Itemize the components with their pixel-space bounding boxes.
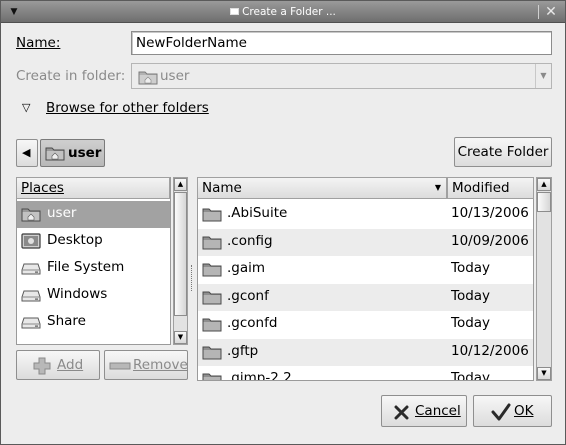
folder-icon <box>202 234 222 250</box>
scroll-up-icon[interactable]: ▲ <box>174 178 187 191</box>
cancel-icon <box>394 405 409 420</box>
file-list-scrollbar[interactable]: ▲ ▼ <box>536 177 552 381</box>
sort-descending-icon: ▼ <box>434 183 441 192</box>
create-in-folder-value: user <box>160 68 190 84</box>
create-folder-button[interactable]: Create Folder <box>454 137 552 167</box>
remove-place-button[interactable]: Remove <box>104 350 188 380</box>
places-scrollbar[interactable]: ▲ ▼ <box>173 177 188 345</box>
place-item-user[interactable]: user <box>17 201 170 228</box>
home-folder-icon <box>45 145 65 161</box>
checkmark-icon <box>491 403 511 421</box>
desktop-icon <box>21 233 41 249</box>
browse-for-other-folders-toggle[interactable]: Browse for other folders <box>46 100 209 116</box>
name-label-text: Name: <box>16 35 61 51</box>
places-column-header[interactable]: Places <box>16 177 170 199</box>
file-row[interactable]: .gconf Today <box>198 283 533 311</box>
name-column-header[interactable]: Name ▼ <box>197 177 447 199</box>
cancel-button[interactable]: Cancel <box>381 395 467 427</box>
name-label: Name: <box>16 35 60 51</box>
create-in-folder-label: Create in folder: <box>16 68 126 84</box>
file-list-scrollbar-thumb[interactable] <box>537 192 551 212</box>
minus-icon <box>109 362 131 370</box>
pane-resize-handle[interactable] <box>191 265 193 291</box>
home-folder-icon <box>21 206 41 222</box>
window-icon <box>230 8 240 15</box>
folder-icon <box>202 206 222 222</box>
file-row[interactable]: .gaim Today <box>198 256 533 284</box>
plus-icon <box>33 357 51 375</box>
window-title: Create a Folder ... <box>1 1 565 23</box>
scroll-down-icon[interactable]: ▼ <box>174 331 187 344</box>
title-bar: ▼ Create a Folder ... ✕ <box>1 1 565 23</box>
folder-icon <box>202 261 222 277</box>
name-input[interactable] <box>131 31 552 55</box>
drive-icon <box>21 314 41 330</box>
scroll-down-icon[interactable]: ▼ <box>537 367 551 380</box>
file-row[interactable]: .AbiSuite 10/13/2006 <box>198 201 533 229</box>
place-item-desktop[interactable]: Desktop <box>17 228 170 255</box>
chevron-down-icon[interactable]: ▼ <box>535 64 551 88</box>
place-item-share[interactable]: Share <box>17 309 170 336</box>
folder-icon <box>202 289 222 305</box>
folder-icon <box>202 344 222 360</box>
scroll-up-icon[interactable]: ▲ <box>537 178 551 191</box>
home-folder-icon <box>138 69 158 85</box>
close-icon[interactable]: ✕ <box>543 4 559 20</box>
left-arrow-icon: ◀ <box>22 146 31 159</box>
file-row[interactable]: .config 10/09/2006 <box>198 228 533 256</box>
titlebar-separator <box>538 5 539 19</box>
file-row[interactable]: .gimp-2.2 Today <box>198 366 533 380</box>
create-in-folder-combo[interactable]: user ▼ <box>131 63 552 89</box>
places-scrollbar-thumb[interactable] <box>174 192 187 316</box>
file-row[interactable]: .gconfd Today <box>198 311 533 339</box>
folder-icon <box>202 371 222 380</box>
expander-arrow-icon[interactable]: ▽ <box>22 101 30 114</box>
place-item-windows[interactable]: Windows <box>17 282 170 309</box>
path-back-button[interactable]: ◀ <box>16 139 38 167</box>
drive-icon <box>21 287 41 303</box>
add-place-button[interactable]: Add <box>16 350 100 380</box>
file-row[interactable]: .gftp 10/12/2006 <box>198 338 533 366</box>
create-folder-dialog: ▼ Create a Folder ... ✕ Name: Create in … <box>0 0 566 445</box>
path-button-user[interactable]: user <box>40 139 105 167</box>
drive-icon <box>21 260 41 276</box>
folder-icon <box>202 316 222 332</box>
place-item-file-system[interactable]: File System <box>17 255 170 282</box>
modified-column-header[interactable]: Modified <box>447 177 534 199</box>
ok-button[interactable]: OK <box>473 395 552 427</box>
